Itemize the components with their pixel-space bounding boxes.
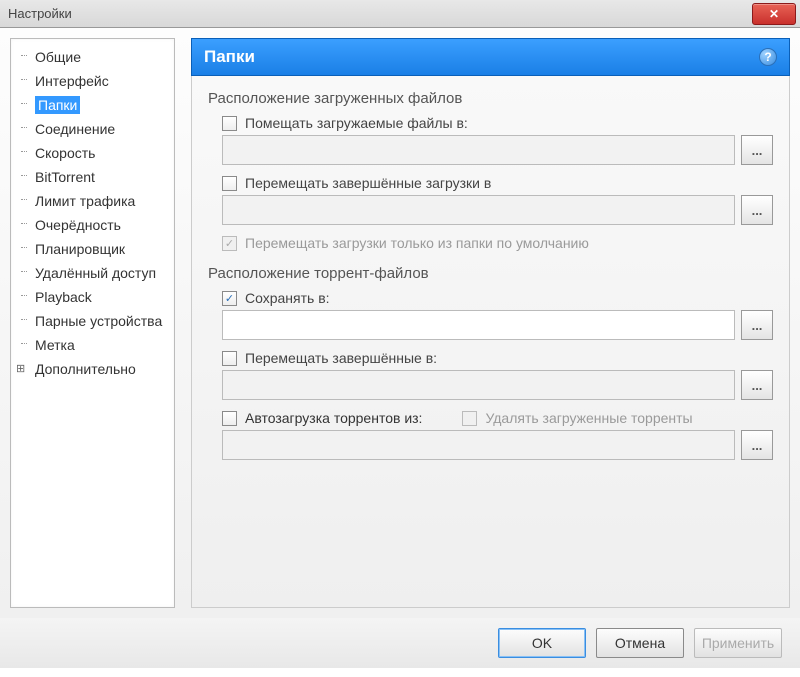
row-autoload: Автозагрузка торрентов из: Удалять загру…: [222, 410, 773, 426]
browse-move-completed-torrents[interactable]: ...: [741, 370, 773, 400]
row-move-completed-torrents: Перемещать завершённые в:: [222, 350, 773, 366]
path-row-put-downloads: ...: [222, 135, 773, 165]
close-icon: ✕: [769, 7, 779, 21]
tree-item-bittorrent[interactable]: BitTorrent: [13, 165, 172, 189]
window-title: Настройки: [8, 6, 72, 21]
tree-item-paired-devices[interactable]: Парные устройства: [13, 309, 172, 333]
close-button[interactable]: ✕: [752, 3, 796, 25]
titlebar: Настройки ✕: [0, 0, 800, 28]
input-move-completed-torrents-path[interactable]: [222, 370, 735, 400]
tree-item-traffic-limit[interactable]: Лимит трафика: [13, 189, 172, 213]
path-row-save-in: ...: [222, 310, 773, 340]
help-icon[interactable]: ?: [759, 48, 777, 66]
panel-header: Папки ?: [191, 38, 790, 76]
tree-item-remote[interactable]: Удалённый доступ: [13, 261, 172, 285]
tree-item-general[interactable]: Общие: [13, 45, 172, 69]
row-delete-loaded: Удалять загруженные торренты: [462, 410, 692, 426]
row-put-downloads-in: Помещать загружаемые файлы в:: [222, 115, 773, 131]
browse-save-in[interactable]: ...: [741, 310, 773, 340]
main-panel: Папки ? Расположение загруженных файлов …: [191, 38, 790, 608]
browse-autoload[interactable]: ...: [741, 430, 773, 460]
checkbox-save-in[interactable]: [222, 291, 237, 306]
content-area: Общие Интерфейс Папки Соединение Скорост…: [0, 28, 800, 618]
input-put-downloads-path[interactable]: [222, 135, 735, 165]
checkbox-move-completed-torrents[interactable]: [222, 351, 237, 366]
tree-item-playback[interactable]: Playback: [13, 285, 172, 309]
checkbox-delete-loaded: [462, 411, 477, 426]
label-delete-loaded: Удалять загруженные торренты: [485, 410, 692, 426]
browse-move-completed[interactable]: ...: [741, 195, 773, 225]
row-move-completed: Перемещать завершённые загрузки в: [222, 175, 773, 191]
row-save-in: Сохранять в:: [222, 290, 773, 306]
input-move-completed-path[interactable]: [222, 195, 735, 225]
dialog-footer: OK Отмена Применить: [0, 618, 800, 668]
label-move-completed: Перемещать завершённые загрузки в: [245, 175, 491, 191]
label-put-downloads-in: Помещать загружаемые файлы в:: [245, 115, 468, 131]
settings-tree: Общие Интерфейс Папки Соединение Скорост…: [10, 38, 175, 608]
input-save-in-path[interactable]: [222, 310, 735, 340]
tree-item-folders[interactable]: Папки: [13, 93, 172, 117]
ok-button[interactable]: OK: [498, 628, 586, 658]
checkbox-move-completed[interactable]: [222, 176, 237, 191]
input-autoload-path[interactable]: [222, 430, 735, 460]
path-row-move-completed: ...: [222, 195, 773, 225]
panel-title: Папки: [204, 47, 255, 67]
tree-item-advanced[interactable]: Дополнительно: [13, 357, 172, 381]
label-only-default: Перемещать загрузки только из папки по у…: [245, 235, 589, 251]
tree-item-scheduler[interactable]: Планировщик: [13, 237, 172, 261]
checkbox-autoload[interactable]: [222, 411, 237, 426]
checkbox-put-downloads-in[interactable]: [222, 116, 237, 131]
path-row-move-completed-torrents: ...: [222, 370, 773, 400]
row-only-default: Перемещать загрузки только из папки по у…: [222, 235, 773, 251]
tree-item-label[interactable]: Метка: [13, 333, 172, 357]
apply-button[interactable]: Применить: [694, 628, 782, 658]
path-row-autoload: ...: [222, 430, 773, 460]
browse-put-downloads[interactable]: ...: [741, 135, 773, 165]
label-move-completed-torrents: Перемещать завершённые в:: [245, 350, 437, 366]
cancel-button[interactable]: Отмена: [596, 628, 684, 658]
checkbox-only-default: [222, 236, 237, 251]
tree-item-interface[interactable]: Интерфейс: [13, 69, 172, 93]
tree-item-connection[interactable]: Соединение: [13, 117, 172, 141]
panel-body: Расположение загруженных файлов Помещать…: [191, 76, 790, 608]
tree-item-speed[interactable]: Скорость: [13, 141, 172, 165]
label-autoload: Автозагрузка торрентов из:: [245, 410, 422, 426]
tree-item-queue[interactable]: Очерёдность: [13, 213, 172, 237]
section-downloaded-files: Расположение загруженных файлов: [208, 90, 773, 107]
section-torrent-files: Расположение торрент-файлов: [208, 265, 773, 282]
label-save-in: Сохранять в:: [245, 290, 330, 306]
